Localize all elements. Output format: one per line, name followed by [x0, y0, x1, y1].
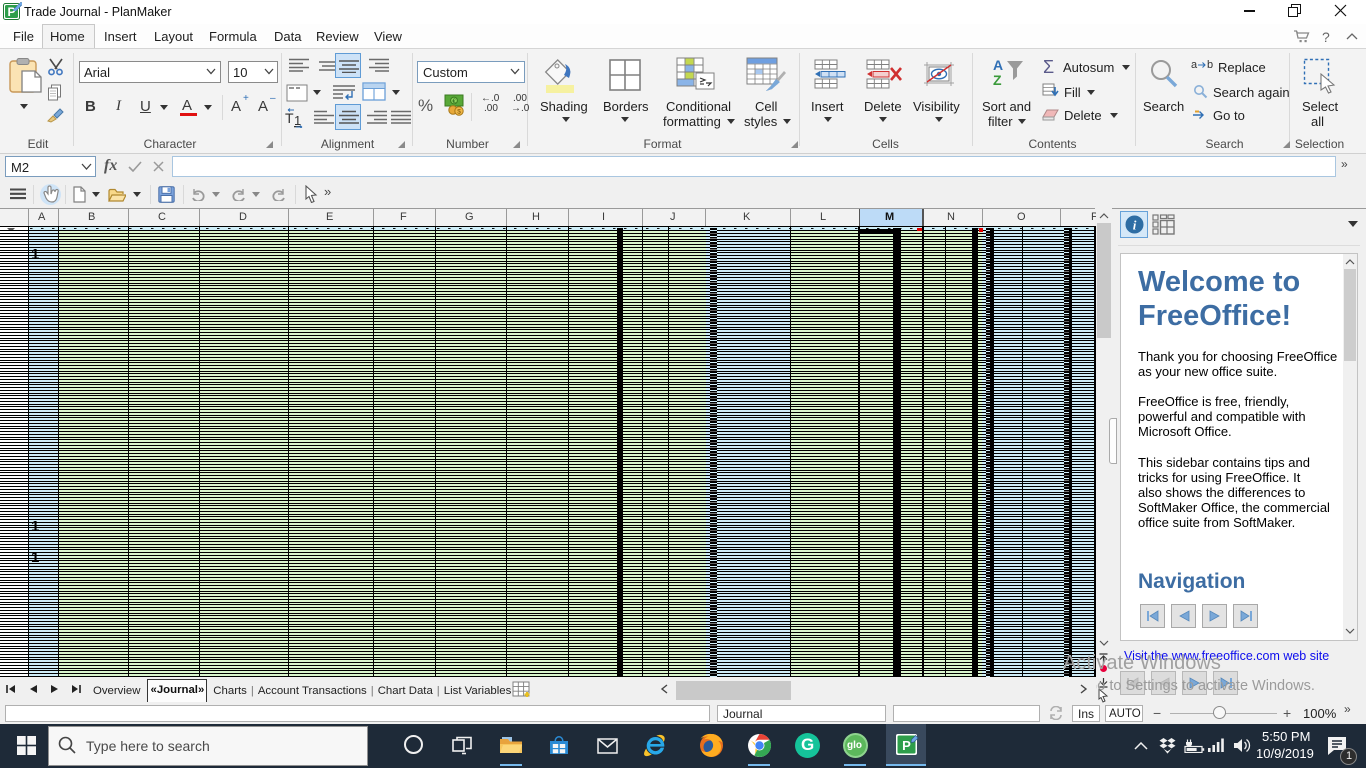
svg-text:$: $: [457, 109, 461, 116]
svg-text:T: T: [285, 110, 294, 126]
svg-text:P: P: [902, 738, 911, 753]
svg-text:i: i: [1133, 218, 1137, 233]
svg-text:Z: Z: [993, 72, 1002, 88]
svg-text:A: A: [993, 57, 1003, 73]
